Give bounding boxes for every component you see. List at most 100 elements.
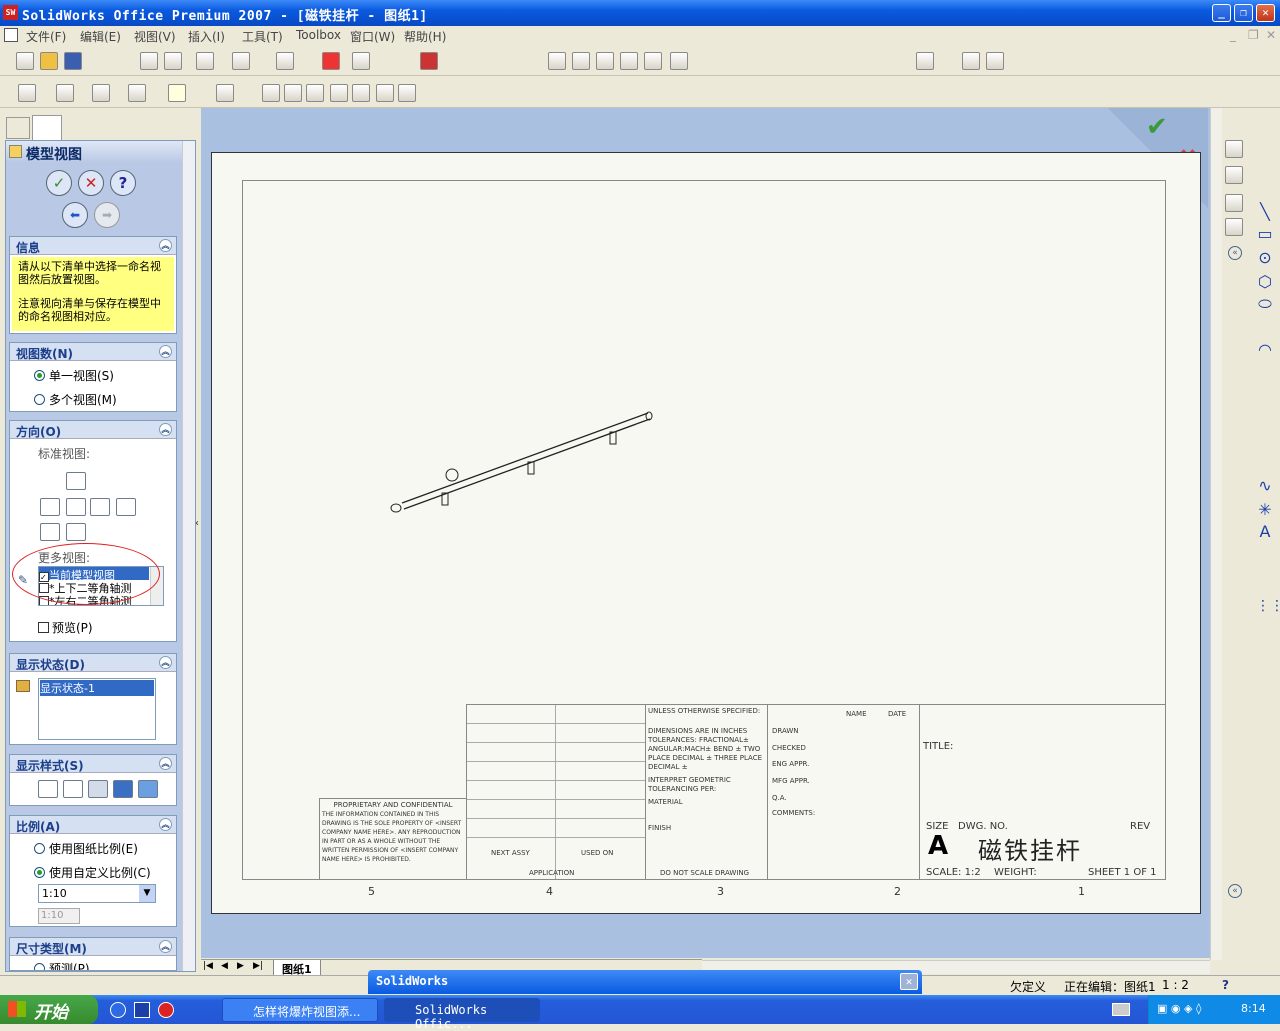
vertical-scrollbar[interactable]: [1210, 108, 1222, 960]
new-icon[interactable]: [16, 52, 34, 70]
collapse-icon[interactable]: ︽: [159, 940, 172, 953]
chevron-down-icon[interactable]: ▼: [139, 885, 155, 902]
zoom-fit-icon[interactable]: [548, 52, 566, 70]
minimize-button[interactable]: _: [1212, 4, 1231, 22]
shaded-button[interactable]: [138, 780, 158, 798]
close-icon[interactable]: ✕: [900, 973, 918, 990]
select-icon[interactable]: [276, 52, 294, 70]
grid-icon[interactable]: [352, 52, 370, 70]
line-tool-icon[interactable]: ╲: [1256, 202, 1274, 221]
right-view-button[interactable]: [90, 498, 110, 516]
tab-nav-next-icon[interactable]: ▶: [237, 961, 244, 971]
open-icon[interactable]: [40, 52, 58, 70]
menu-insert[interactable]: 插入(I): [188, 28, 225, 45]
annotation-icon[interactable]: [92, 84, 110, 102]
collapse-icon[interactable]: ︽: [159, 239, 172, 252]
dim-type-header[interactable]: 尺寸类型(M) ︽: [10, 938, 176, 956]
custom-scale-radio[interactable]: 使用自定义比例(C): [34, 864, 151, 881]
spline-tool-icon[interactable]: ∿: [1256, 476, 1274, 495]
relative-view-icon[interactable]: [376, 84, 394, 102]
info-header[interactable]: 信息 ︽: [10, 237, 176, 255]
bottom-view-button[interactable]: [66, 523, 86, 541]
doc-restore-icon[interactable]: ❐: [1248, 28, 1259, 42]
list-item[interactable]: 显示状态-1: [40, 680, 154, 696]
doc-icon[interactable]: [4, 28, 18, 42]
alternate-view-icon[interactable]: [352, 84, 370, 102]
top-view-button[interactable]: [66, 472, 86, 490]
pan-icon[interactable]: [644, 52, 662, 70]
sheet-format-icon[interactable]: [18, 84, 36, 102]
back-button[interactable]: ⬅: [62, 202, 88, 228]
left-view-button[interactable]: [66, 498, 86, 516]
tab-nav-prev-icon[interactable]: ◀: [221, 961, 228, 971]
tray-icons[interactable]: ▣ ◉ ◈ ◊: [1157, 1002, 1227, 1016]
view-count-header[interactable]: 视图数(N) ︽: [10, 343, 176, 361]
hidden-visible-button[interactable]: [63, 780, 83, 798]
crop-view-icon[interactable]: [330, 84, 348, 102]
layer-icon[interactable]: [916, 52, 934, 70]
collapse-icon[interactable]: ︽: [159, 423, 172, 436]
zoom-in-icon[interactable]: [596, 52, 614, 70]
ellipse-tool-icon[interactable]: ⬭: [1256, 294, 1274, 313]
undo-icon[interactable]: [196, 52, 214, 70]
tab-nav-first-icon[interactable]: |◀: [203, 961, 213, 971]
collapse-icon[interactable]: ︽: [159, 656, 172, 669]
menu-view[interactable]: 视图(V): [134, 28, 176, 45]
feature-tree-tab[interactable]: [6, 117, 30, 139]
expand-left-icon[interactable]: «: [1228, 246, 1242, 260]
preview-checkbox[interactable]: 预览(P): [38, 619, 93, 636]
title-block[interactable]: NEXT ASSY USED ON APPLICATION UNLESS OTH…: [466, 704, 1166, 880]
quicklaunch-browser-icon[interactable]: [158, 1002, 174, 1018]
drawing-sheet[interactable]: NEXT ASSY USED ON APPLICATION UNLESS OTH…: [211, 152, 1201, 914]
wireframe-button[interactable]: [38, 780, 58, 798]
palette-icon[interactable]: [1225, 218, 1243, 236]
print-icon[interactable]: [164, 52, 182, 70]
cancel-button[interactable]: ✕: [78, 170, 104, 196]
confirm-check-icon[interactable]: ✔: [1146, 112, 1168, 142]
menu-edit[interactable]: 编辑(E): [80, 28, 121, 45]
sheet-scale-radio[interactable]: 使用图纸比例(E): [34, 840, 138, 857]
arc-tool-icon[interactable]: ◠: [1256, 340, 1274, 359]
dimension-icon[interactable]: [56, 84, 74, 102]
menu-toolbox[interactable]: Toolbox: [296, 28, 341, 42]
collapse-icon[interactable]: ︽: [159, 757, 172, 770]
predefined-view-icon[interactable]: [398, 84, 416, 102]
line-weight-icon[interactable]: [962, 52, 980, 70]
rectangle-tool-icon[interactable]: ▭: [1256, 224, 1274, 243]
home-icon[interactable]: [1225, 140, 1243, 158]
display-state-header[interactable]: 显示状态(D) ︽: [10, 654, 176, 672]
single-view-radio[interactable]: 单一视图(S): [34, 367, 114, 384]
next-button[interactable]: ➡: [94, 202, 120, 228]
isometric-view-button[interactable]: [40, 523, 60, 541]
start-button[interactable]: 开始: [0, 995, 98, 1024]
line-style-icon[interactable]: [986, 52, 1004, 70]
print-preview-icon[interactable]: [140, 52, 158, 70]
detail-view-icon[interactable]: [284, 84, 302, 102]
doc-minimize-icon[interactable]: _: [1230, 28, 1236, 42]
polygon-tool-icon[interactable]: ⬡: [1256, 272, 1274, 291]
broken-view-icon[interactable]: [306, 84, 324, 102]
taskbar-item-web[interactable]: 怎样将爆炸视图添...: [222, 998, 378, 1022]
surface-finish-icon[interactable]: [128, 84, 146, 102]
scale-select[interactable]: 1:10 ▼: [38, 884, 156, 903]
display-state-list[interactable]: 显示状态-1: [38, 678, 156, 740]
pattern-tool-icon[interactable]: ⋮⋮: [1256, 598, 1280, 616]
orientation-header[interactable]: 方向(O) ︽: [10, 421, 176, 439]
quicklaunch-ie-icon[interactable]: [110, 1002, 126, 1018]
zoom-area-icon[interactable]: [572, 52, 590, 70]
menu-file[interactable]: 文件(F): [26, 28, 66, 45]
keyboard-icon[interactable]: [1112, 1003, 1130, 1016]
quicklaunch-app-icon[interactable]: [134, 1002, 150, 1018]
pm-scrollbar[interactable]: [182, 141, 195, 971]
redo-icon[interactable]: [232, 52, 250, 70]
part-model-view[interactable]: [382, 403, 662, 523]
collapse-icon[interactable]: ︽: [159, 818, 172, 831]
rebuild-icon[interactable]: [322, 52, 340, 70]
model-view-icon[interactable]: [168, 84, 186, 102]
back-view-button[interactable]: [116, 498, 136, 516]
text-tool-icon[interactable]: A: [1256, 522, 1274, 541]
help-status-icon[interactable]: ?: [1222, 978, 1229, 992]
multiple-views-radio[interactable]: 多个视图(M): [34, 391, 117, 408]
app-icon[interactable]: SW: [3, 5, 18, 20]
menu-tools[interactable]: 工具(T): [242, 28, 283, 45]
